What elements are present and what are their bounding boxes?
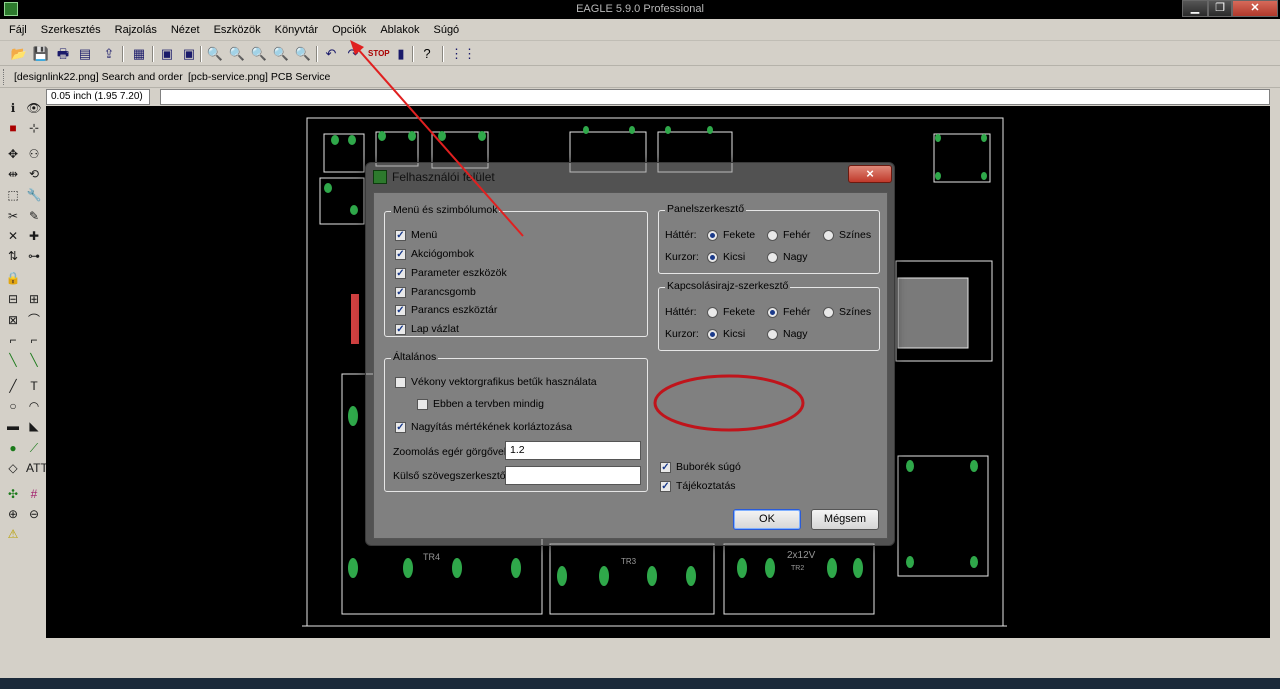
annotation-ellipse [653,374,805,432]
annotation-overlay [350,40,805,432]
annotation-arrow-line [356,47,524,237]
